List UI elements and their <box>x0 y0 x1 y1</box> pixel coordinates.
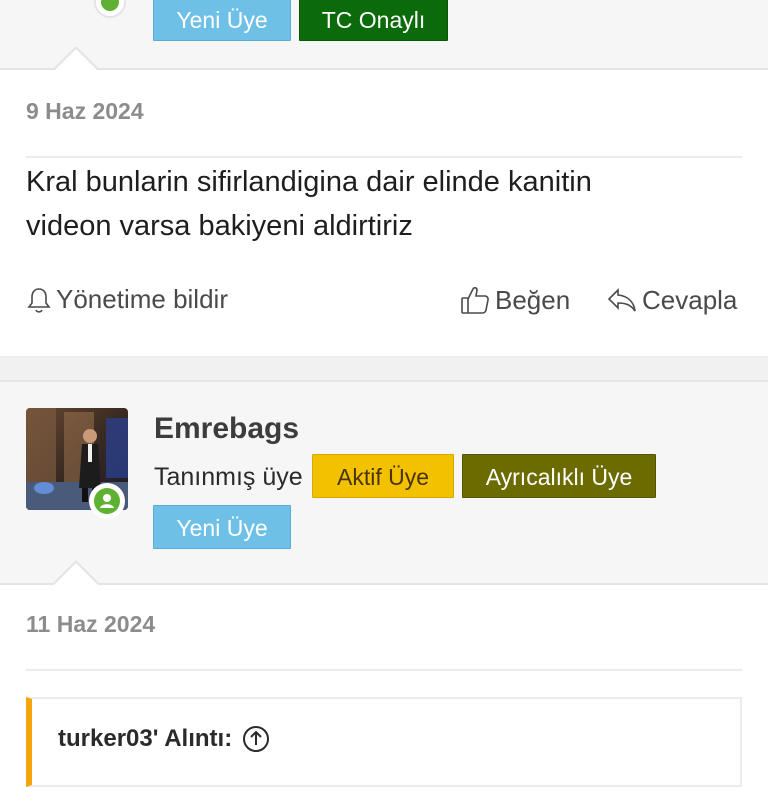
badge-new-member: Yeni Üye <box>153 0 291 41</box>
post-date[interactable]: 11 Haz 2024 <box>26 611 155 638</box>
arrow-up-circle-icon[interactable] <box>242 725 270 753</box>
post-pointer <box>54 563 98 585</box>
badge-active-member: Aktif Üye <box>312 454 454 498</box>
thumbs-up-icon <box>461 286 489 314</box>
post-gap <box>0 358 768 380</box>
divider <box>26 669 742 671</box>
reply-button[interactable]: Cevapla <box>606 284 737 316</box>
online-status-icon <box>94 488 120 514</box>
reply-icon <box>607 288 636 312</box>
user-title: Tanınmış üye <box>154 463 303 491</box>
post-date[interactable]: 9 Haz 2024 <box>26 98 144 125</box>
badge-privileged-member: Ayrıcalıklı Üye <box>462 454 656 498</box>
like-label: Beğen <box>495 284 571 315</box>
quote-header: turker03' Alıntı: <box>58 725 270 753</box>
like-button[interactable]: Beğen <box>459 284 570 316</box>
badge-new-member: Yeni Üye <box>153 505 291 549</box>
badge-tc-verified: TC Onaylı <box>299 0 448 41</box>
quote-block: turker03' Alıntı: <box>26 697 742 787</box>
quote-author: turker03' Alıntı: <box>58 725 233 752</box>
post-body: Kral bunlarin sifirlandigina dair elinde… <box>26 160 742 248</box>
bell-icon <box>27 287 51 313</box>
divider <box>26 156 742 158</box>
post-body-line: Kral bunlarin sifirlandigina dair elinde… <box>26 166 592 198</box>
post-body-line: videon varsa bakiyeni aldirtiriz <box>26 210 413 242</box>
report-button[interactable]: Yönetime bildir <box>26 284 228 315</box>
reply-label: Cevapla <box>642 284 738 315</box>
report-label: Yönetime bildir <box>56 284 228 314</box>
post-pointer <box>54 49 98 71</box>
username-link[interactable]: Emrebags <box>154 412 299 446</box>
online-status <box>89 483 125 519</box>
